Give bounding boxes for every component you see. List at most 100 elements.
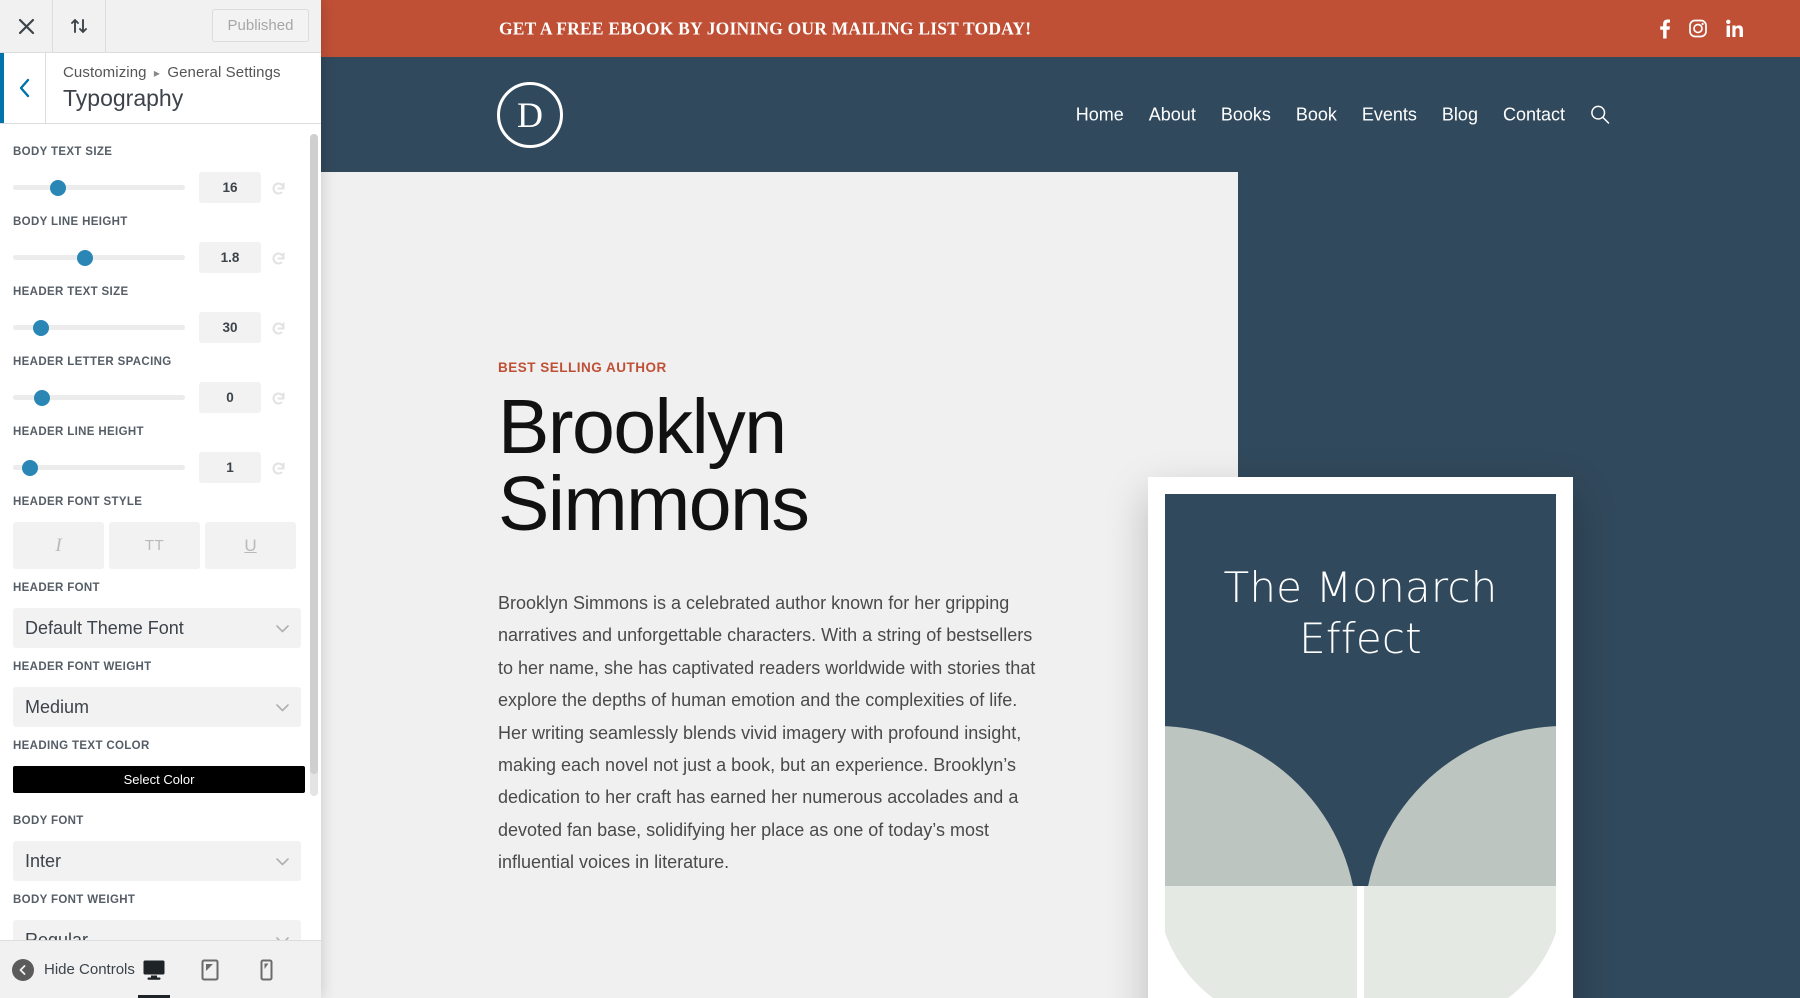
- control-label: Body Font: [13, 815, 84, 827]
- italic-button[interactable]: I: [13, 522, 104, 569]
- header-font-select[interactable]: Default Theme Font: [13, 608, 301, 648]
- control-header-font: Header Font Default Theme Font: [13, 582, 301, 648]
- hero-paragraph: Brooklyn Simmons is a celebrated author …: [498, 593, 1036, 873]
- breadcrumb-parent[interactable]: General Settings: [167, 64, 280, 81]
- control-body-text-size: Body Text Size 16: [13, 146, 296, 203]
- hero-eyebrow: BEST SELLING AUTHOR: [498, 360, 667, 375]
- reset-icon[interactable]: [261, 179, 295, 196]
- chevron-down-icon: [276, 851, 289, 872]
- book-cover-card[interactable]: The Monarch Effect B.B. Simmons: [1148, 477, 1573, 998]
- body-text-size-value[interactable]: 16: [199, 172, 261, 203]
- control-header-letter-spacing: Header Letter Spacing 0: [13, 356, 296, 413]
- hero-copy: BEST SELLING AUTHOR Brooklyn Simmons Bro…: [498, 360, 1098, 879]
- customizer-header: Customizing ▸ General Settings Typograph…: [0, 53, 321, 124]
- hide-controls-button[interactable]: Hide Controls: [12, 958, 135, 981]
- panel-scrollbar[interactable]: [310, 134, 318, 796]
- device-desktop-button[interactable]: [136, 941, 172, 998]
- header-line-height-value[interactable]: 1: [199, 452, 261, 483]
- hero-title-line-1: Brooklyn: [498, 384, 787, 470]
- control-label: Body Text Size: [13, 146, 113, 158]
- close-icon[interactable]: [0, 0, 53, 52]
- collapse-toggle-icon[interactable]: [53, 0, 106, 52]
- device-preview-switcher: [136, 941, 284, 998]
- published-button[interactable]: Published: [212, 9, 309, 42]
- select-color-button[interactable]: Select Color: [13, 766, 305, 793]
- control-label: Header Line Height: [13, 426, 144, 438]
- hero-section: BEST SELLING AUTHOR Brooklyn Simmons Bro…: [321, 172, 1800, 998]
- header-text-size-slider[interactable]: [13, 319, 185, 336]
- body-line-height-slider[interactable]: [13, 249, 185, 266]
- header-letter-spacing-slider[interactable]: [13, 389, 185, 406]
- back-button[interactable]: [0, 53, 46, 123]
- control-label: Header Letter Spacing: [13, 356, 172, 368]
- body-font-weight-value: Regular: [25, 929, 89, 941]
- slider-knob[interactable]: [77, 249, 94, 266]
- header-letter-spacing-value[interactable]: 0: [199, 382, 261, 413]
- book-title-line-1: The Monarch: [1223, 563, 1498, 612]
- reset-icon[interactable]: [261, 249, 295, 266]
- book-cover: The Monarch Effect B.B. Simmons: [1165, 494, 1556, 998]
- nav-item-about[interactable]: About: [1149, 104, 1196, 125]
- header-text-size-value[interactable]: 30: [199, 312, 261, 343]
- device-tablet-button[interactable]: [192, 941, 228, 998]
- control-header-text-size: Header Text Size 30: [13, 286, 296, 343]
- nav-item-events[interactable]: Events: [1362, 104, 1417, 125]
- promo-text: GET A FREE EBOOK BY JOINING OUR MAILING …: [499, 18, 1032, 38]
- hide-controls-label: Hide Controls: [44, 961, 135, 978]
- customizer-footer: Hide Controls: [0, 940, 321, 998]
- petal-bottom-right-shape: [1364, 886, 1556, 998]
- reset-icon[interactable]: [261, 389, 295, 406]
- header-line-height-slider[interactable]: [13, 459, 185, 476]
- nav-item-books[interactable]: Books: [1221, 104, 1271, 125]
- search-icon[interactable]: [1590, 105, 1610, 125]
- petal-bottom-left-shape: [1165, 886, 1357, 998]
- linkedin-icon[interactable]: [1726, 19, 1744, 38]
- nav-item-home[interactable]: Home: [1076, 104, 1124, 125]
- panel-scrollbar-thumb[interactable]: [310, 134, 318, 774]
- page-title: Typography: [63, 84, 184, 111]
- control-label: Body Line Height: [13, 216, 128, 228]
- control-body-font-weight: Body Font Weight Regular: [13, 894, 301, 940]
- book-title-line-2: Effect: [1299, 614, 1422, 664]
- control-heading-text-color: Heading Text Color Select Color: [13, 740, 305, 793]
- control-label: Heading Text Color: [13, 740, 150, 752]
- instagram-icon[interactable]: [1689, 19, 1707, 38]
- control-body-line-height: Body Line Height 1.8: [13, 216, 296, 273]
- social-links: [1660, 19, 1744, 38]
- control-label: Body Font Weight: [13, 894, 136, 906]
- body-font-select[interactable]: Inter: [13, 841, 301, 881]
- nav-item-book[interactable]: Book: [1296, 104, 1337, 125]
- slider-knob[interactable]: [49, 179, 66, 196]
- header-font-weight-value: Medium: [25, 696, 90, 717]
- control-header-font-weight: Header Font Weight Medium: [13, 661, 301, 727]
- site-navigation: D Home About Books Book Events Blog Cont…: [321, 57, 1800, 172]
- body-line-height-value[interactable]: 1.8: [199, 242, 261, 273]
- body-font-weight-select[interactable]: Regular: [13, 920, 301, 940]
- hero-title-line-2: Simmons: [498, 461, 810, 547]
- nav-item-blog[interactable]: Blog: [1442, 104, 1478, 125]
- control-label: Header Font Style: [13, 496, 143, 508]
- body-font-value: Inter: [25, 850, 62, 871]
- site-logo[interactable]: D: [497, 81, 563, 148]
- control-label: Header Font Weight: [13, 661, 152, 673]
- book-title: The Monarch Effect: [1165, 562, 1556, 664]
- slider-knob[interactable]: [34, 389, 51, 406]
- header-text-block: Customizing ▸ General Settings Typograph…: [46, 53, 281, 123]
- customizer-topbar: Published: [0, 0, 321, 53]
- uppercase-button[interactable]: TT: [109, 522, 200, 569]
- breadcrumb-separator-icon: ▸: [153, 66, 161, 80]
- book-cover-top: The Monarch Effect: [1165, 494, 1556, 886]
- control-label: Header Font: [13, 582, 100, 594]
- nav-item-contact[interactable]: Contact: [1503, 104, 1565, 125]
- facebook-icon[interactable]: [1660, 19, 1670, 38]
- reset-icon[interactable]: [261, 459, 295, 476]
- chevron-down-icon: [276, 697, 289, 718]
- body-text-size-slider[interactable]: [13, 179, 185, 196]
- underline-button[interactable]: U: [205, 522, 296, 569]
- reset-icon[interactable]: [261, 319, 295, 336]
- breadcrumb-root[interactable]: Customizing: [63, 64, 147, 81]
- slider-knob[interactable]: [22, 459, 39, 476]
- header-font-weight-select[interactable]: Medium: [13, 687, 301, 727]
- device-mobile-button[interactable]: [248, 941, 284, 998]
- slider-knob[interactable]: [32, 319, 49, 336]
